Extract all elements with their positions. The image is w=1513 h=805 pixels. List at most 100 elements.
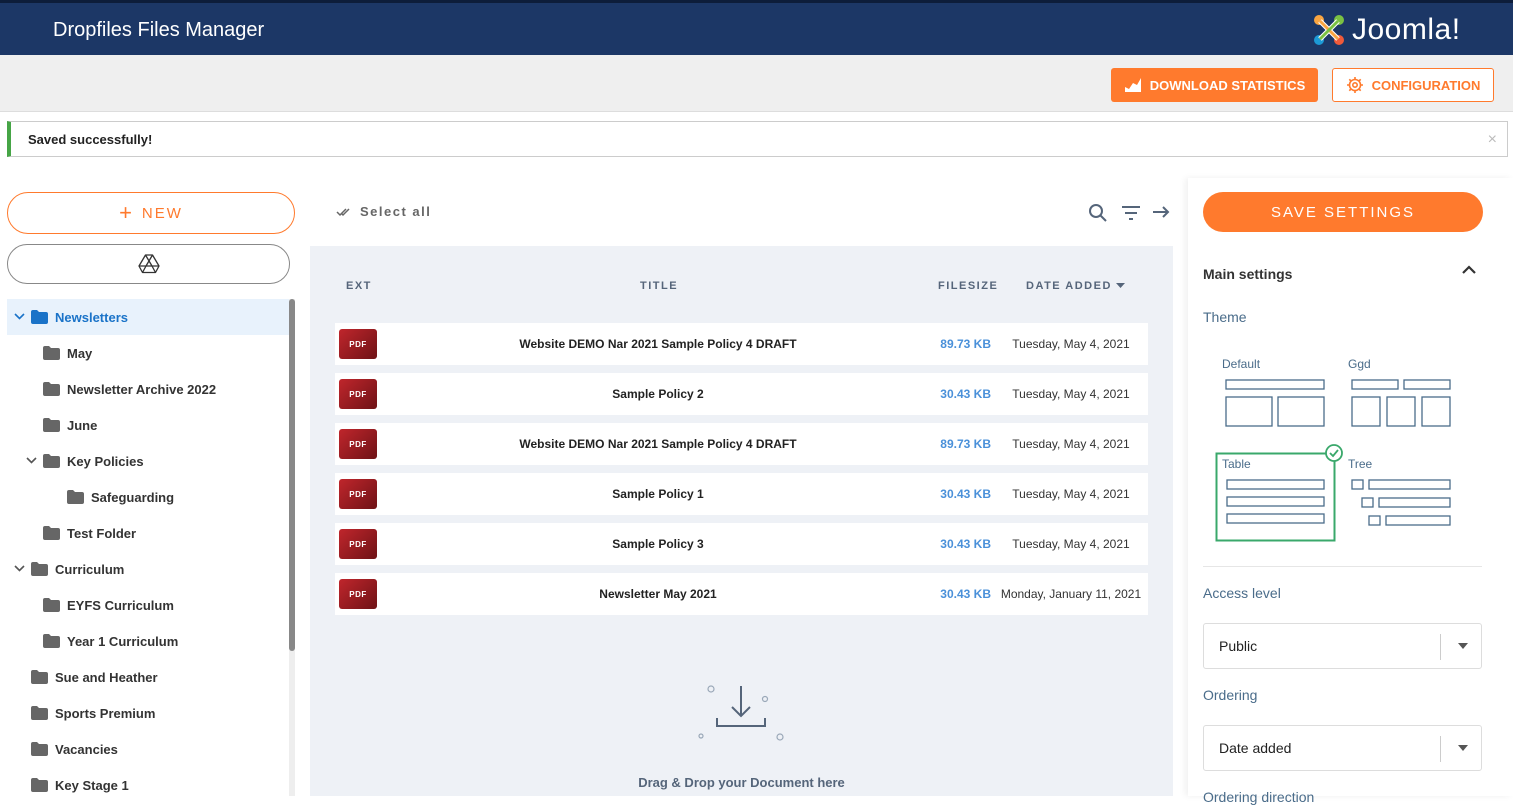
- folder-icon: [43, 454, 60, 468]
- pdf-file-icon: PDF: [339, 429, 377, 459]
- folder-icon: [31, 778, 48, 792]
- tree-item[interactable]: Newsletters: [7, 299, 289, 335]
- gear-icon: [1346, 77, 1363, 93]
- save-settings-button[interactable]: SAVE SETTINGS: [1203, 192, 1483, 232]
- pdf-file-icon: PDF: [339, 379, 377, 409]
- access-level-value: Public: [1219, 638, 1258, 654]
- tree-item[interactable]: Curriculum: [7, 551, 289, 587]
- access-level-select[interactable]: Public: [1203, 623, 1482, 669]
- chevron-down-icon[interactable]: [13, 311, 25, 323]
- chart-icon: [1124, 78, 1141, 92]
- tree-item-label: Newsletters: [55, 309, 128, 325]
- folder-icon: [43, 634, 60, 648]
- tree-item[interactable]: Key Policies: [7, 443, 289, 479]
- ordering-label: Ordering: [1203, 687, 1258, 703]
- file-row[interactable]: PDF Sample Policy 1 30.43 KB Tuesday, May 4…: [335, 473, 1148, 515]
- alert-close-icon[interactable]: ×: [1488, 131, 1497, 149]
- tree-item-label: Curriculum: [55, 561, 125, 577]
- alert-message: Saved successfully!: [28, 132, 153, 147]
- file-size: 89.73 KB: [940, 337, 991, 351]
- file-size: 30.43 KB: [940, 587, 991, 601]
- ordering-value: Date added: [1219, 740, 1292, 756]
- folder-icon: [67, 490, 84, 504]
- file-title: Newsletter May 2021: [599, 587, 717, 601]
- folder-icon: [43, 382, 60, 396]
- file-date: Tuesday, May 4, 2021: [1012, 337, 1130, 351]
- new-category-button[interactable]: + NEW: [7, 192, 295, 234]
- file-size: 89.73 KB: [940, 437, 991, 451]
- tree-scrollbar[interactable]: [289, 299, 295, 796]
- theme-tree-option[interactable]: [1342, 472, 1460, 532]
- column-header-date[interactable]: DATE ADDED: [1026, 280, 1125, 292]
- joomla-wordmark: Joomla!: [1352, 13, 1461, 46]
- tree-item[interactable]: Sports Premium: [7, 695, 289, 731]
- tree-item[interactable]: Vacancies: [7, 731, 289, 767]
- file-row[interactable]: PDF Newsletter May 2021 30.43 KB Monday, Ja…: [335, 573, 1148, 615]
- tree-item[interactable]: Key Stage 1: [7, 767, 289, 796]
- configuration-button[interactable]: CONFIGURATION: [1332, 68, 1494, 102]
- file-row[interactable]: PDF Website DEMO Nar 2021 Sample Policy 4…: [335, 423, 1148, 465]
- drop-zone-text[interactable]: Drag & Drop your Document here: [310, 775, 1173, 790]
- pdf-file-icon: PDF: [339, 329, 377, 359]
- download-statistics-button[interactable]: DOWNLOAD STATISTICS: [1111, 68, 1318, 102]
- upload-drop-icon: [698, 685, 784, 741]
- chevron-down-icon[interactable]: [25, 455, 37, 467]
- file-title: Website DEMO Nar 2021 Sample Policy 4 DR…: [519, 337, 797, 351]
- search-icon[interactable]: [1088, 203, 1108, 223]
- joomla-logo: Joomla!: [1310, 11, 1461, 49]
- theme-default-label: Default: [1222, 357, 1261, 371]
- tree-item-label: Safeguarding: [91, 489, 175, 505]
- google-drive-icon: [137, 254, 160, 274]
- folder-icon: [43, 418, 60, 432]
- chevron-up-icon[interactable]: [1462, 265, 1476, 275]
- file-row[interactable]: PDF Website DEMO Nar 2021 Sample Policy 4…: [335, 323, 1148, 365]
- file-row[interactable]: PDF Sample Policy 2 30.43 KB Tuesday, May 4…: [335, 373, 1148, 415]
- arrow-right-icon[interactable]: [1152, 203, 1170, 221]
- column-header-filesize[interactable]: FILESIZE: [938, 280, 998, 292]
- tree-item-label: Key Stage 1: [55, 777, 129, 793]
- theme-label: Theme: [1203, 309, 1247, 325]
- file-title: Sample Policy 3: [612, 537, 704, 551]
- tree-item-label: Sue and Heather: [55, 669, 158, 685]
- filter-icon[interactable]: [1121, 205, 1141, 221]
- plus-icon: +: [119, 200, 134, 225]
- file-title: Sample Policy 2: [612, 387, 704, 401]
- ordering-select[interactable]: Date added: [1203, 725, 1482, 771]
- file-date: Monday, January 11, 2021: [1000, 587, 1142, 601]
- tree-item[interactable]: Newsletter Archive 2022: [7, 371, 289, 407]
- google-drive-button[interactable]: [7, 244, 290, 284]
- theme-ggd-option[interactable]: [1342, 372, 1460, 432]
- main-settings-heading[interactable]: Main settings: [1203, 266, 1292, 282]
- chevron-down-icon[interactable]: [13, 563, 25, 575]
- select-all-button[interactable]: Select all: [336, 204, 431, 219]
- tree-item[interactable]: Test Folder: [7, 515, 289, 551]
- tree-item[interactable]: Sue and Heather: [7, 659, 289, 695]
- joomla-logo-icon: [1314, 15, 1344, 45]
- tree-item-label: June: [67, 417, 98, 433]
- file-size: 30.43 KB: [940, 487, 991, 501]
- tree-scroll-thumb[interactable]: [289, 299, 295, 651]
- column-header-ext[interactable]: EXT: [346, 280, 372, 292]
- success-alert: Saved successfully! ×: [7, 121, 1508, 157]
- tree-item-label: Year 1 Curriculum: [67, 633, 179, 649]
- tree-item-label: Vacancies: [55, 741, 118, 757]
- tree-item[interactable]: Year 1 Curriculum: [7, 623, 289, 659]
- tree-item[interactable]: June: [7, 407, 289, 443]
- app-title: Dropfiles Files Manager: [53, 19, 265, 41]
- configuration-label: CONFIGURATION: [1371, 77, 1481, 93]
- download-statistics-label: DOWNLOAD STATISTICS: [1149, 77, 1306, 93]
- ordering-direction-label: Ordering direction: [1203, 789, 1315, 805]
- tree-item[interactable]: Safeguarding: [7, 479, 289, 515]
- sort-down-icon: [1115, 283, 1125, 288]
- file-row[interactable]: PDF Sample Policy 3 30.43 KB Tuesday, May 4…: [335, 523, 1148, 565]
- tree-item[interactable]: EYFS Curriculum: [7, 587, 289, 623]
- folder-icon: [43, 346, 60, 360]
- chevron-down-icon: [1458, 643, 1468, 649]
- tree-item-label: May: [67, 345, 93, 361]
- column-header-title[interactable]: TITLE: [640, 280, 678, 292]
- tree-item[interactable]: May: [7, 335, 289, 371]
- theme-default-option[interactable]: [1216, 372, 1334, 432]
- file-title: Website DEMO Nar 2021 Sample Policy 4 DR…: [519, 437, 797, 451]
- tree-item-label: Test Folder: [67, 525, 137, 541]
- category-tree: Newsletters May Newsletter Archive 2022 Jun…: [7, 299, 289, 796]
